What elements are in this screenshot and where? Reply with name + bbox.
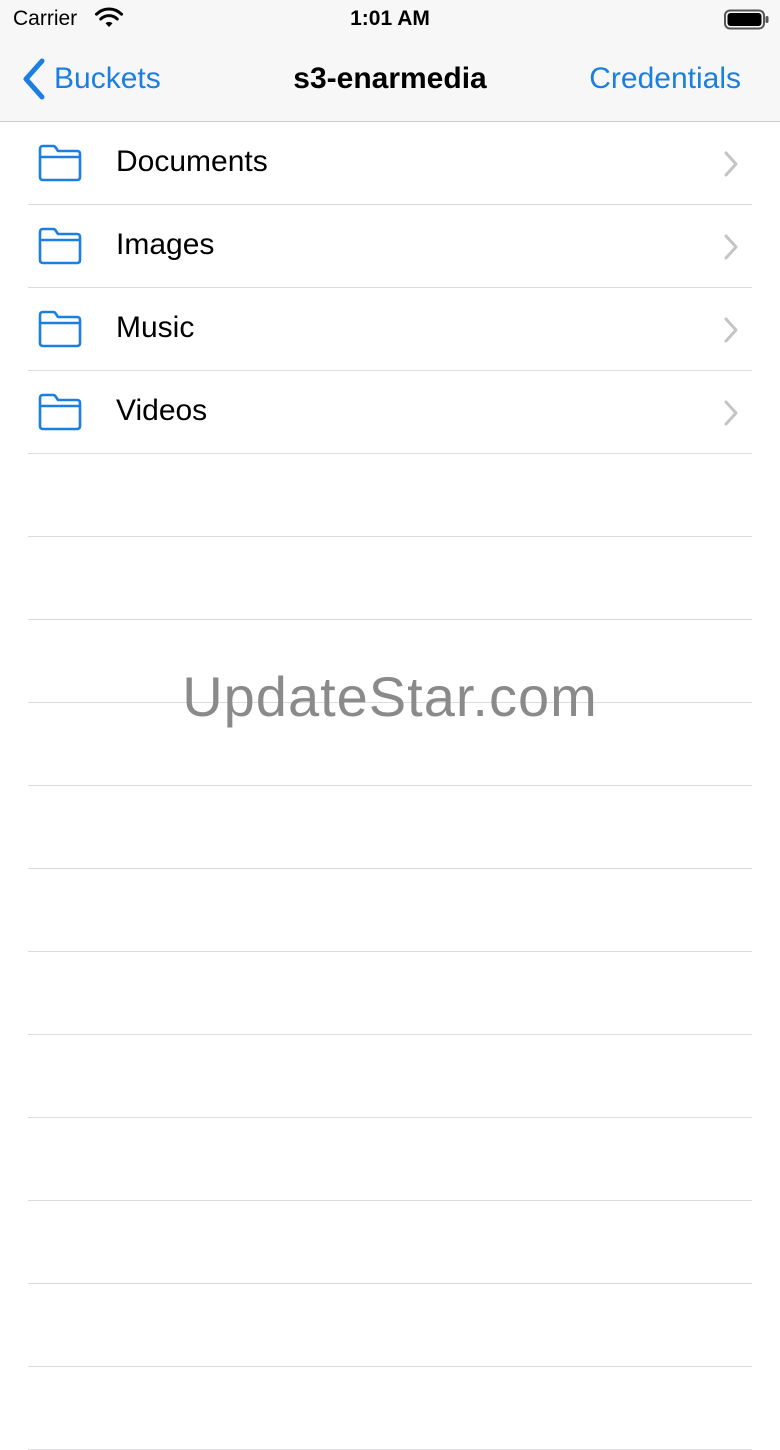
list-item-label: Music bbox=[116, 311, 195, 344]
empty-row bbox=[0, 786, 780, 869]
folder-list: Documents Images Music Videos bbox=[0, 122, 780, 1450]
list-item-label: Documents bbox=[116, 145, 268, 178]
navigation-bar: Buckets s3-enarmedia Credentials bbox=[0, 40, 780, 122]
empty-row bbox=[0, 1118, 780, 1201]
empty-row bbox=[0, 952, 780, 1035]
watermark: UpdateStar.com bbox=[182, 665, 598, 728]
folder-icon bbox=[38, 227, 82, 265]
folder-icon bbox=[38, 144, 82, 182]
empty-row bbox=[0, 537, 780, 620]
empty-row bbox=[0, 1367, 780, 1450]
chevron-right-icon bbox=[724, 234, 738, 260]
list-item-videos[interactable]: Videos bbox=[0, 371, 780, 454]
chevron-right-icon bbox=[724, 400, 738, 426]
folder-icon bbox=[38, 310, 82, 348]
list-item-label: Videos bbox=[116, 394, 208, 427]
list-item-label: Images bbox=[116, 228, 215, 261]
chevron-right-icon bbox=[724, 317, 738, 343]
battery-icon bbox=[724, 9, 769, 30]
list-item-images[interactable]: Images bbox=[0, 205, 780, 288]
empty-row bbox=[0, 1284, 780, 1367]
status-time: 1:01 AM bbox=[350, 7, 430, 30]
list-item-music[interactable]: Music bbox=[0, 288, 780, 371]
chevron-right-icon bbox=[724, 151, 738, 177]
credentials-button[interactable]: Credentials bbox=[589, 62, 741, 96]
empty-row bbox=[0, 869, 780, 952]
status-bar: Carrier 1:01 AM bbox=[0, 0, 780, 40]
empty-row bbox=[0, 1201, 780, 1284]
empty-row bbox=[0, 1035, 780, 1118]
empty-row bbox=[0, 454, 780, 537]
folder-icon bbox=[38, 393, 82, 431]
list-item-documents[interactable]: Documents bbox=[0, 122, 780, 205]
